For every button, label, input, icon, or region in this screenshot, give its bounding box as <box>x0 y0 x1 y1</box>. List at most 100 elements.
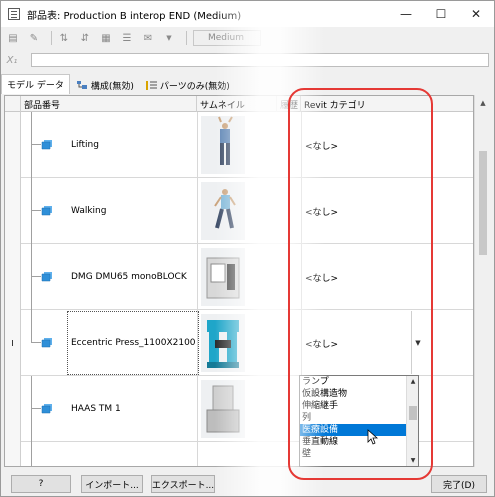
export-button[interactable]: エクスポート... <box>151 475 215 493</box>
tree-line <box>31 310 32 343</box>
grid-header: 部品番号 サムネイル 履歴 Revit カテゴリ <box>5 96 473 112</box>
part-name: Lifting <box>71 140 99 150</box>
revit-category-cell[interactable]: <なし> <box>305 244 338 310</box>
row-header[interactable] <box>5 442 21 466</box>
table-row-selected[interactable]: I Eccentric Press_1100X2100··· <なし> ▼ <box>5 310 473 376</box>
import-button[interactable]: インポート... <box>81 475 143 493</box>
column-header-thumbnail[interactable]: サムネイル <box>197 96 277 112</box>
tree-line <box>31 376 32 442</box>
row-header[interactable] <box>5 112 21 178</box>
scroll-up-icon[interactable]: ▲ <box>475 95 491 111</box>
part-name: Eccentric Press_1100X2100··· <box>71 338 196 348</box>
bom-window: 部品表: Production B interop END (Medium) —… <box>0 0 495 497</box>
maximize-button[interactable]: ☐ <box>424 1 458 27</box>
row-header[interactable] <box>5 244 21 310</box>
column-divider <box>301 112 302 178</box>
dropdown-item[interactable]: 仮設構造物 <box>300 388 406 400</box>
thumbnail-eccentric-press <box>201 314 245 372</box>
thumbnail-haas-tm1 <box>201 380 245 438</box>
tab-label: モデル データ <box>7 81 64 91</box>
column-header-revit-category[interactable]: Revit カテゴリ <box>301 96 473 112</box>
tree-line <box>31 178 32 244</box>
minimize-button[interactable]: — <box>389 1 423 27</box>
tab-model-data[interactable]: モデル データ <box>1 74 70 94</box>
toolbar: ▤ ✎ ⇅ ⇵ ▦ ☰ ✉ ▼ Medium <box>1 27 494 49</box>
tree-branch <box>31 210 41 211</box>
revit-category-dropdown[interactable]: ランプ 仮設構造物 伸縮継手 列 医療設備 垂直動線 壁 ▲ ▼ <box>299 375 419 467</box>
part-name: HAAS TM 1 <box>71 404 121 414</box>
comment-icon[interactable]: ✉ <box>140 30 156 46</box>
dropdown-item-highlighted[interactable]: 医療設備 <box>300 424 406 436</box>
chevron-down-icon[interactable]: ▼ <box>161 30 177 46</box>
revit-category-cell[interactable]: <なし> <box>305 178 338 244</box>
part-icon <box>41 140 52 150</box>
level-combo[interactable]: Medium <box>193 30 261 46</box>
tab-structure[interactable]: 構成(無効) <box>72 76 139 94</box>
row-header[interactable] <box>5 178 21 244</box>
formula-bar: X₁ <box>1 50 494 70</box>
revit-category-combo[interactable]: <なし> <box>305 310 338 376</box>
parts-list-icon <box>145 80 157 91</box>
part-icon <box>41 272 52 282</box>
tree-branch <box>31 342 41 343</box>
scroll-up-icon[interactable]: ▲ <box>407 376 418 387</box>
properties-icon[interactable]: ▤ <box>5 30 21 46</box>
table-row[interactable]: Lifting <なし> <box>5 112 473 178</box>
part-name: DMG DMU65 monoBLOCK <box>71 272 187 282</box>
column-divider <box>197 178 198 244</box>
column-divider <box>197 244 198 310</box>
formula-input[interactable] <box>31 53 489 67</box>
column-divider <box>197 310 198 376</box>
tree-line <box>31 244 32 310</box>
tree-line <box>31 442 32 466</box>
thumbnail-dmg-dmu65 <box>201 248 245 306</box>
column-divider <box>197 442 198 466</box>
table-row[interactable]: Walking <なし> <box>5 178 473 244</box>
title-bar: 部品表: Production B interop END (Medium) —… <box>1 1 494 27</box>
bom-app-icon <box>8 8 20 20</box>
row-header[interactable]: I <box>5 310 21 376</box>
close-button[interactable]: ✕ <box>459 1 493 27</box>
column-header-history[interactable]: 履歴 <box>277 96 301 112</box>
revit-category-cell[interactable]: <なし> <box>305 112 338 178</box>
dropdown-item[interactable]: ランプ <box>300 376 406 388</box>
dropdown-item[interactable]: 伸縮継手 <box>300 400 406 412</box>
column-divider <box>301 310 302 376</box>
document-icon[interactable]: ▦ <box>98 30 114 46</box>
column-header-part-number[interactable]: 部品番号 <box>21 96 197 112</box>
part-icon <box>41 338 52 348</box>
grid-scrollbar[interactable]: ▲ <box>474 95 490 467</box>
row-edit-marker: I <box>11 338 14 348</box>
row-header[interactable] <box>5 376 21 442</box>
list-icon[interactable]: ☰ <box>119 30 135 46</box>
sort-ascending-icon[interactable]: ⇅ <box>56 30 72 46</box>
edit-icon[interactable]: ✎ <box>26 30 42 46</box>
tree-branch <box>31 144 41 145</box>
formula-icon: X₁ <box>6 54 18 66</box>
window-title: 部品表: Production B interop END (Medium) <box>27 10 242 22</box>
scroll-down-icon[interactable]: ▼ <box>407 455 418 466</box>
tab-parts-only[interactable]: パーツのみ(無効) <box>141 76 235 94</box>
help-button[interactable]: ? <box>11 475 71 493</box>
structure-icon <box>76 80 88 91</box>
dropdown-scroll-thumb[interactable] <box>409 406 417 420</box>
chevron-down-icon[interactable]: ▼ <box>411 311 424 374</box>
tree-line <box>31 112 32 178</box>
thumbnail-lifting <box>201 116 245 174</box>
tab-label: パーツのみ(無効) <box>159 81 230 92</box>
row-header-corner <box>5 96 21 112</box>
column-divider <box>301 244 302 310</box>
done-button[interactable]: 完了(D) <box>431 475 487 493</box>
tab-label: 構成(無効) <box>90 81 134 92</box>
dropdown-item[interactable]: 壁 <box>300 448 406 460</box>
toolbar-separator <box>186 31 187 45</box>
tree-branch <box>31 408 41 409</box>
dropdown-scrollbar[interactable]: ▲ ▼ <box>406 376 418 466</box>
dropdown-item[interactable]: 列 <box>300 412 406 424</box>
table-row[interactable]: DMG DMU65 monoBLOCK <なし> <box>5 244 473 310</box>
column-divider <box>197 112 198 178</box>
sort-descending-icon[interactable]: ⇵ <box>77 30 93 46</box>
scrollbar-thumb[interactable] <box>479 151 487 255</box>
mouse-pointer-icon <box>367 429 379 445</box>
dropdown-item[interactable]: 垂直動線 <box>300 436 406 448</box>
